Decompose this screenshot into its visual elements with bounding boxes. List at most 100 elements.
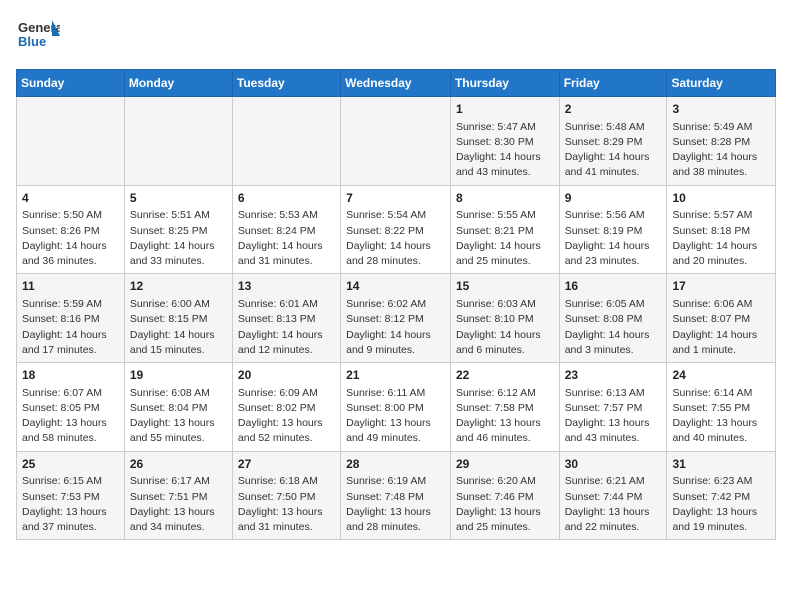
calendar-cell: 4Sunrise: 5:50 AMSunset: 8:26 PMDaylight… [17,185,125,274]
calendar-cell: 25Sunrise: 6:15 AMSunset: 7:53 PMDayligh… [17,451,125,540]
calendar-cell: 10Sunrise: 5:57 AMSunset: 8:18 PMDayligh… [667,185,776,274]
day-detail: Sunrise: 6:13 AMSunset: 7:57 PMDaylight:… [565,386,663,447]
day-number: 2 [565,101,663,118]
weekday-header-sunday: Sunday [17,70,125,97]
calendar-cell: 11 Sunrise: 5:59 AMSunset: 8:16 PMDayligh… [17,274,125,363]
calendar-cell: 18 Sunrise: 6:07 AMSunset: 8:05 PMDayligh… [17,363,125,452]
calendar-cell: 28Sunrise: 6:19 AMSunset: 7:48 PMDayligh… [341,451,451,540]
day-number: 11 [22,278,120,295]
day-detail: Sunrise: 6:07 AMSunset: 8:05 PMDaylight:… [22,386,120,447]
calendar-cell: 20 Sunrise: 6:09 AMSunset: 8:02 PMDayligh… [232,363,340,452]
weekday-header-monday: Monday [124,70,232,97]
day-detail: Sunrise: 6:17 AMSunset: 7:51 PMDaylight:… [130,474,228,535]
day-number: 30 [565,456,663,473]
day-number: 26 [130,456,228,473]
day-detail: Sunrise: 6:06 AMSunset: 8:07 PMDaylight:… [672,297,771,358]
calendar-cell: 5Sunrise: 5:51 AMSunset: 8:25 PMDaylight… [124,185,232,274]
day-number: 3 [672,101,771,118]
weekday-header-tuesday: Tuesday [232,70,340,97]
page-header: General Blue [16,16,776,57]
day-detail: Sunrise: 5:48 AMSunset: 8:29 PMDaylight:… [565,120,663,181]
calendar-cell [341,97,451,186]
calendar-cell: 31Sunrise: 6:23 AMSunset: 7:42 PMDayligh… [667,451,776,540]
day-number: 18 [22,367,120,384]
calendar-week-row: 4Sunrise: 5:50 AMSunset: 8:26 PMDaylight… [17,185,776,274]
calendar-cell [124,97,232,186]
calendar-cell: 12 Sunrise: 6:00 AMSunset: 8:15 PMDayligh… [124,274,232,363]
calendar-cell: 27Sunrise: 6:18 AMSunset: 7:50 PMDayligh… [232,451,340,540]
day-detail: Sunrise: 6:00 AMSunset: 8:15 PMDaylight:… [130,297,228,358]
day-number: 9 [565,190,663,207]
day-detail: Sunrise: 6:23 AMSunset: 7:42 PMDaylight:… [672,474,771,535]
weekday-header-friday: Friday [559,70,667,97]
calendar-cell: 14 Sunrise: 6:02 AMSunset: 8:12 PMDayligh… [341,274,451,363]
day-number: 27 [238,456,336,473]
calendar-cell: 23 Sunrise: 6:13 AMSunset: 7:57 PMDayligh… [559,363,667,452]
calendar-cell: 7Sunrise: 5:54 AMSunset: 8:22 PMDaylight… [341,185,451,274]
weekday-header-thursday: Thursday [450,70,559,97]
logo: General Blue [16,16,60,57]
svg-text:Blue: Blue [18,34,46,49]
calendar-cell: 6Sunrise: 5:53 AMSunset: 8:24 PMDaylight… [232,185,340,274]
calendar-cell: 3 Sunrise: 5:49 AMSunset: 8:28 PMDaylight… [667,97,776,186]
day-number: 4 [22,190,120,207]
calendar-week-row: 11 Sunrise: 5:59 AMSunset: 8:16 PMDayligh… [17,274,776,363]
day-number: 10 [672,190,771,207]
day-detail: Sunrise: 5:53 AMSunset: 8:24 PMDaylight:… [238,208,336,269]
day-detail: Sunrise: 5:59 AMSunset: 8:16 PMDaylight:… [22,297,120,358]
calendar-cell: 29Sunrise: 6:20 AMSunset: 7:46 PMDayligh… [450,451,559,540]
day-number: 20 [238,367,336,384]
day-number: 24 [672,367,771,384]
day-detail: Sunrise: 6:03 AMSunset: 8:10 PMDaylight:… [456,297,555,358]
calendar-cell: 24Sunrise: 6:14 AMSunset: 7:55 PMDayligh… [667,363,776,452]
day-detail: Sunrise: 6:15 AMSunset: 7:53 PMDaylight:… [22,474,120,535]
day-detail: Sunrise: 5:49 AMSunset: 8:28 PMDaylight:… [672,120,771,181]
calendar-cell [17,97,125,186]
day-detail: Sunrise: 6:11 AMSunset: 8:00 PMDaylight:… [346,386,446,447]
day-detail: Sunrise: 5:51 AMSunset: 8:25 PMDaylight:… [130,208,228,269]
calendar-cell [232,97,340,186]
day-detail: Sunrise: 6:09 AMSunset: 8:02 PMDaylight:… [238,386,336,447]
weekday-header-saturday: Saturday [667,70,776,97]
calendar-cell: 8Sunrise: 5:55 AMSunset: 8:21 PMDaylight… [450,185,559,274]
day-detail: Sunrise: 6:18 AMSunset: 7:50 PMDaylight:… [238,474,336,535]
day-number: 15 [456,278,555,295]
day-number: 7 [346,190,446,207]
calendar-cell: 2 Sunrise: 5:48 AMSunset: 8:29 PMDaylight… [559,97,667,186]
day-number: 19 [130,367,228,384]
day-number: 25 [22,456,120,473]
calendar-week-row: 1 Sunrise: 5:47 AMSunset: 8:30 PMDaylight… [17,97,776,186]
calendar-cell: 15 Sunrise: 6:03 AMSunset: 8:10 PMDayligh… [450,274,559,363]
day-number: 8 [456,190,555,207]
day-detail: Sunrise: 6:20 AMSunset: 7:46 PMDaylight:… [456,474,555,535]
day-number: 31 [672,456,771,473]
day-number: 14 [346,278,446,295]
calendar-cell: 9Sunrise: 5:56 AMSunset: 8:19 PMDaylight… [559,185,667,274]
day-number: 21 [346,367,446,384]
calendar-cell: 17 Sunrise: 6:06 AMSunset: 8:07 PMDayligh… [667,274,776,363]
day-detail: Sunrise: 6:01 AMSunset: 8:13 PMDaylight:… [238,297,336,358]
day-detail: Sunrise: 6:02 AMSunset: 8:12 PMDaylight:… [346,297,446,358]
calendar-cell: 30Sunrise: 6:21 AMSunset: 7:44 PMDayligh… [559,451,667,540]
day-detail: Sunrise: 6:19 AMSunset: 7:48 PMDaylight:… [346,474,446,535]
day-number: 12 [130,278,228,295]
logo-icon: General Blue [16,16,60,57]
day-number: 22 [456,367,555,384]
day-number: 5 [130,190,228,207]
day-number: 29 [456,456,555,473]
day-detail: Sunrise: 5:50 AMSunset: 8:26 PMDaylight:… [22,208,120,269]
day-detail: Sunrise: 5:47 AMSunset: 8:30 PMDaylight:… [456,120,555,181]
day-number: 6 [238,190,336,207]
day-number: 23 [565,367,663,384]
calendar-cell: 16Sunrise: 6:05 AMSunset: 8:08 PMDayligh… [559,274,667,363]
calendar-week-row: 25Sunrise: 6:15 AMSunset: 7:53 PMDayligh… [17,451,776,540]
day-number: 13 [238,278,336,295]
day-number: 17 [672,278,771,295]
calendar-cell: 1 Sunrise: 5:47 AMSunset: 8:30 PMDaylight… [450,97,559,186]
calendar-cell: 13 Sunrise: 6:01 AMSunset: 8:13 PMDayligh… [232,274,340,363]
day-number: 1 [456,101,555,118]
calendar-cell: 19Sunrise: 6:08 AMSunset: 8:04 PMDayligh… [124,363,232,452]
calendar-header-row: SundayMondayTuesdayWednesdayThursdayFrid… [17,70,776,97]
day-number: 16 [565,278,663,295]
day-detail: Sunrise: 5:54 AMSunset: 8:22 PMDaylight:… [346,208,446,269]
